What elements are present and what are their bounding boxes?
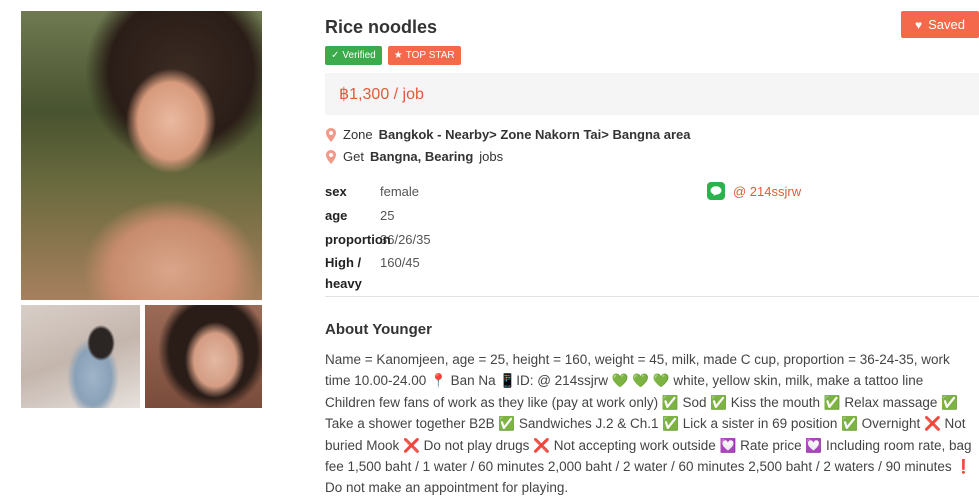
height-weight-value: 160/45 (380, 255, 420, 270)
top-star-badge: ★ TOP STAR (387, 46, 461, 65)
star-icon: ★ (393, 50, 403, 61)
about-title: About Younger (325, 321, 432, 338)
get-value: Bangna, Bearing (369, 149, 474, 164)
get-prefix: Get (343, 149, 364, 164)
divider (325, 296, 979, 297)
age-value: 25 (380, 208, 395, 223)
heart-icon: ♥ (915, 17, 923, 32)
top-star-badge-label: TOP STAR (405, 50, 455, 61)
zone-value[interactable]: Bangkok - Nearby> Zone Nakorn Tai> Bangn… (379, 127, 691, 142)
verified-badge: ✓ Verified (325, 46, 382, 65)
sex-value: female (380, 184, 420, 199)
height-weight-label-line2: heavy (325, 276, 362, 291)
proportion-label: proportion (325, 232, 391, 247)
get-suffix: jobs (479, 149, 504, 164)
line-contact[interactable]: @ 214ssjrw (707, 182, 801, 200)
zone-prefix: Zone (343, 127, 373, 142)
map-pin-icon (326, 149, 336, 164)
about-text: Name = Kanomjeen, age = 25, height = 160… (325, 352, 973, 496)
height-weight-label-line1: High / (325, 255, 362, 270)
price-box: ฿1,300 / job (325, 73, 979, 115)
line-app-icon (707, 182, 725, 200)
gallery-thumbnail-2[interactable] (145, 305, 262, 408)
line-id[interactable]: @ 214ssjrw (733, 184, 801, 199)
get-row: Get Bangna, Bearing jobs (325, 149, 503, 164)
age-label: age (325, 208, 348, 223)
gallery-thumbnail-1[interactable] (21, 305, 140, 408)
saved-button-label: Saved (928, 17, 965, 32)
sex-label: sex (325, 184, 347, 199)
verified-badge-label: Verified (342, 50, 376, 61)
saved-button[interactable]: ♥ Saved (901, 11, 979, 38)
zone-row: Zone Bangkok - Nearby> Zone Nakorn Tai> … (325, 127, 691, 142)
main-profile-photo[interactable] (21, 11, 262, 300)
price: ฿1,300 / job (339, 86, 424, 103)
listing-title: Rice noodles (325, 17, 438, 37)
map-pin-icon (326, 127, 336, 142)
badge-group: ✓ Verified ★ TOP STAR (325, 46, 461, 65)
check-icon: ✓ (331, 50, 340, 61)
